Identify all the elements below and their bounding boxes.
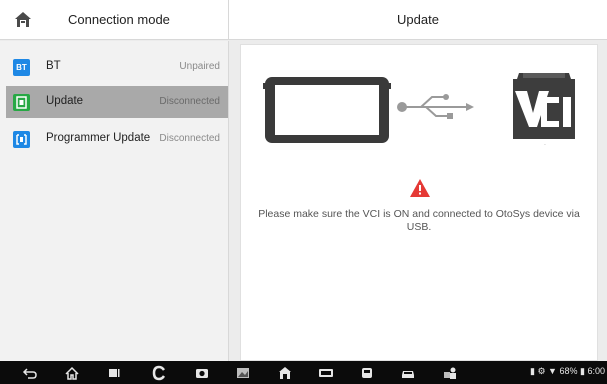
vci-label: VCI	[544, 144, 546, 146]
update-icon	[13, 94, 30, 111]
gallery-icon[interactable]	[235, 365, 251, 381]
connection-mode-header: Connection mode	[0, 0, 229, 40]
warning-icon	[410, 179, 430, 197]
vci-device-icon: VCI	[513, 73, 575, 146]
settings-icon: ⚙	[537, 366, 546, 376]
home-icon[interactable]	[13, 10, 33, 30]
home-shortcut-icon[interactable]	[277, 365, 293, 381]
sidebar-item-bt[interactable]: BT BT Unpaired	[6, 51, 228, 83]
home-nav-icon[interactable]	[64, 365, 80, 381]
panel-title: Update	[397, 12, 439, 27]
message-icon: ▮	[529, 366, 535, 376]
connection-status: Disconnected	[159, 133, 220, 144]
browser-icon[interactable]	[151, 365, 167, 381]
connection-status: Unpaired	[179, 61, 220, 72]
wifi-icon: ▼	[548, 366, 557, 376]
status-area: ▮ ⚙ ▼ 68% ▮ 6:00	[530, 366, 605, 377]
system-navigation-bar: ▮ ⚙ ▼ 68% ▮ 6:00	[0, 361, 607, 384]
top-bar: Connection mode Update	[0, 0, 607, 40]
tablet-device-icon	[263, 77, 391, 143]
programmer-icon	[13, 131, 30, 148]
sidebar-item-label: Programmer Update	[46, 132, 151, 144]
connection-sidebar: BT BT Unpaired Update Disconnected Progr…	[0, 41, 229, 361]
sidebar-item-label: BT	[46, 60, 61, 72]
diagnostics-shortcut-icon[interactable]	[359, 365, 375, 381]
battery-level: 68%	[559, 366, 578, 376]
sidebar-item-label: Update	[46, 95, 84, 107]
sidebar-item-programmer-update[interactable]: Programmer Update Disconnected	[6, 123, 228, 155]
sidebar-item-update[interactable]: Update Disconnected	[6, 86, 228, 118]
camera-icon[interactable]	[194, 365, 210, 381]
recent-apps-icon[interactable]	[106, 365, 122, 381]
bt-icon: BT	[13, 59, 30, 76]
remote-support-icon[interactable]	[442, 365, 458, 381]
page-title: Connection mode	[68, 12, 170, 27]
usb-icon	[397, 94, 474, 119]
vci-shortcut-icon[interactable]	[318, 365, 334, 381]
connection-status: Disconnected	[159, 96, 220, 107]
car-icon[interactable]	[400, 365, 416, 381]
battery-icon: ▮	[580, 366, 585, 376]
update-panel: VCI Please make sure the VCI is ON and c…	[240, 44, 598, 361]
clock: 6:00	[587, 366, 605, 376]
back-icon[interactable]	[22, 365, 38, 381]
connection-instruction-text: Please make sure the VCI is ON and conne…	[258, 208, 580, 233]
